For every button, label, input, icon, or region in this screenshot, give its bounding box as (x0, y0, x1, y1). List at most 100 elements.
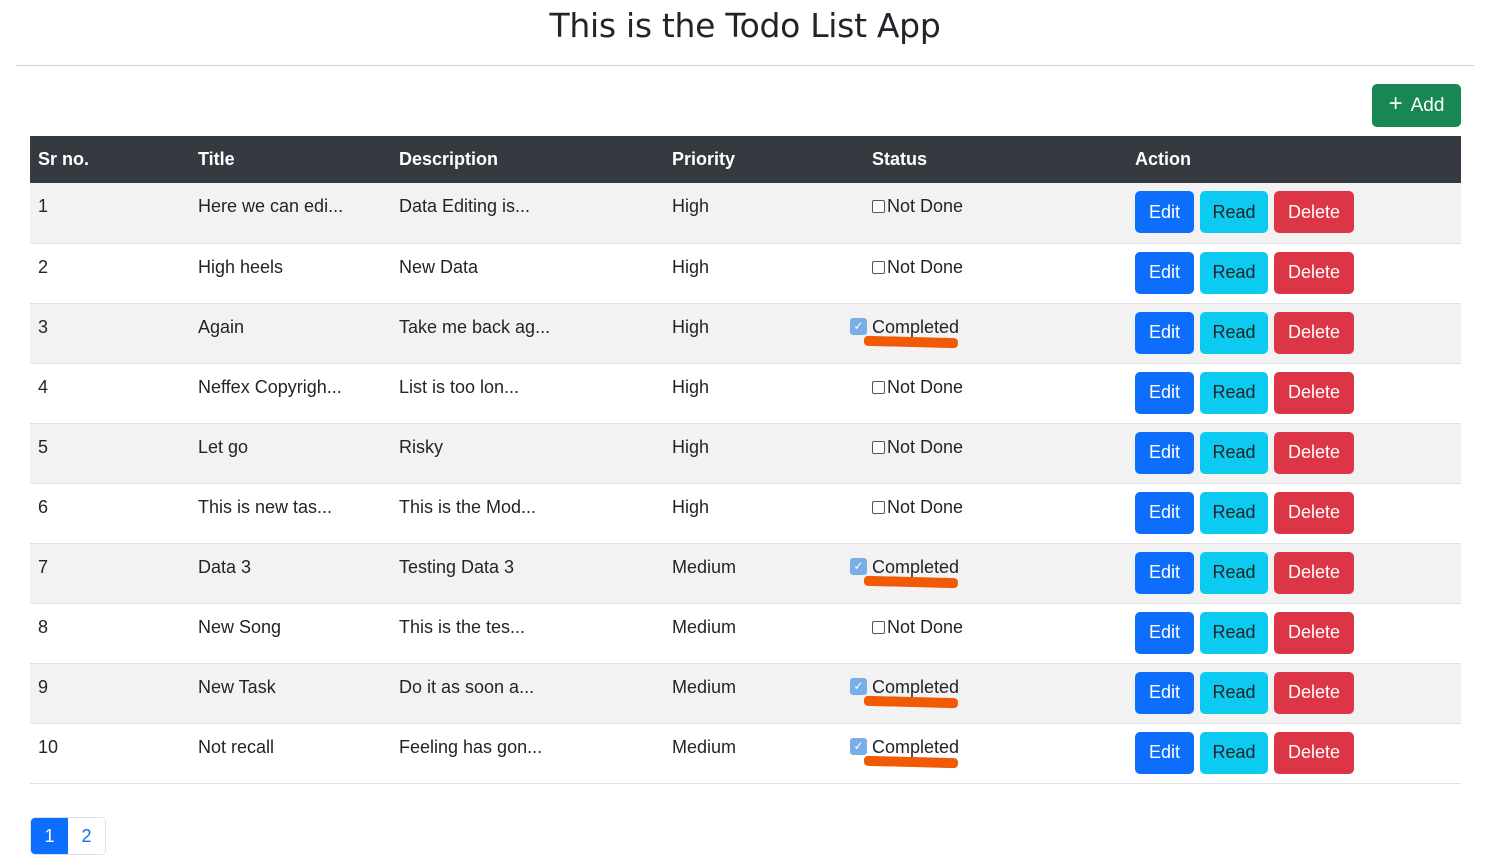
cell-priority: Medium (664, 603, 864, 664)
annotation-highlight (863, 335, 959, 348)
cell-sr-no: 6 (30, 483, 190, 544)
page-1-link[interactable]: 1 (31, 818, 68, 854)
cell-title: High heels (190, 243, 391, 304)
row-actions: Edit Read Delete (1135, 551, 1453, 594)
cell-description: Data Editing is... (391, 183, 664, 244)
checkbox-unchecked-icon[interactable] (872, 620, 885, 634)
cell-actions: Edit Read Delete (1127, 543, 1461, 604)
status-toggle[interactable]: Not Done (872, 497, 963, 518)
delete-button[interactable]: Delete (1274, 491, 1354, 534)
read-button[interactable]: Read (1200, 551, 1268, 594)
status-toggle[interactable]: Not Done (872, 257, 963, 278)
delete-button[interactable]: Delete (1274, 611, 1354, 654)
checkbox-unchecked-icon[interactable] (872, 200, 885, 213)
cell-status: Not Done (864, 183, 1127, 244)
cell-sr-no: 10 (30, 723, 190, 784)
edit-button[interactable]: Edit (1135, 251, 1194, 294)
read-button[interactable]: Read (1200, 251, 1268, 294)
cell-description: List is too lon... (391, 363, 664, 424)
checkbox-checked-icon[interactable]: ✓ (850, 737, 867, 755)
plus-icon: + (1388, 90, 1403, 117)
cell-priority: High (664, 363, 864, 424)
table-body: 1 Here we can edi... Data Editing is... Hig… (30, 183, 1461, 784)
cell-description: Feeling has gon... (391, 723, 664, 784)
table-row: 2 High heels New Data High Not Done Edit Read D… (30, 243, 1461, 304)
row-actions: Edit Read Delete (1135, 731, 1453, 774)
row-actions: Edit Read Delete (1135, 431, 1453, 474)
read-button[interactable]: Read (1200, 611, 1268, 654)
table-row: 8 New Song This is the tes... Medium Not Don… (30, 603, 1461, 664)
header-action: Action (1127, 136, 1461, 183)
cell-description: Risky (391, 423, 664, 484)
table-row: 1 Here we can edi... Data Editing is... Hig… (30, 183, 1461, 244)
edit-button[interactable]: Edit (1135, 371, 1194, 414)
checkbox-unchecked-icon[interactable] (872, 500, 885, 514)
cell-description: New Data (391, 243, 664, 304)
status-toggle[interactable]: ✓ Completed (850, 737, 959, 768)
cell-title: New Song (190, 603, 391, 664)
delete-button[interactable]: Delete (1274, 191, 1354, 233)
delete-button[interactable]: Delete (1274, 251, 1354, 294)
delete-button[interactable]: Delete (1274, 431, 1354, 474)
cell-sr-no: 8 (30, 603, 190, 664)
header-status: Status (864, 136, 1127, 183)
status-toggle[interactable]: Not Done (872, 196, 963, 217)
read-button[interactable]: Read (1200, 671, 1268, 714)
status-label: Completed (872, 316, 960, 337)
cell-actions: Edit Read Delete (1127, 303, 1461, 364)
cell-priority: High (664, 483, 864, 544)
checkbox-checked-icon[interactable]: ✓ (850, 557, 867, 575)
edit-button[interactable]: Edit (1135, 611, 1194, 654)
checkbox-unchecked-icon[interactable] (872, 440, 885, 454)
read-button[interactable]: Read (1200, 191, 1268, 233)
status-label: Not Done (887, 256, 964, 277)
row-actions: Edit Read Delete (1135, 191, 1453, 233)
row-actions: Edit Read Delete (1135, 491, 1453, 534)
cell-status: Not Done (864, 483, 1127, 544)
table-row: 3 Again Take me back ag... High ✓ Completed Ed… (30, 303, 1461, 364)
delete-button[interactable]: Delete (1274, 311, 1354, 354)
read-button[interactable]: Read (1200, 371, 1268, 414)
edit-button[interactable]: Edit (1135, 431, 1194, 474)
edit-button[interactable]: Edit (1135, 311, 1194, 354)
edit-button[interactable]: Edit (1135, 671, 1194, 714)
page-2-link[interactable]: 2 (68, 818, 105, 854)
row-actions: Edit Read Delete (1135, 671, 1453, 714)
read-button[interactable]: Read (1200, 311, 1268, 354)
status-toggle[interactable]: Not Done (872, 617, 963, 638)
checkbox-checked-icon[interactable]: ✓ (850, 677, 867, 695)
status-label: Completed (872, 556, 960, 577)
header-title: Title (190, 136, 391, 183)
edit-button[interactable]: Edit (1135, 731, 1194, 774)
delete-button[interactable]: Delete (1274, 371, 1354, 414)
edit-button[interactable]: Edit (1135, 551, 1194, 594)
annotation-highlight (863, 695, 959, 708)
edit-button[interactable]: Edit (1135, 191, 1194, 233)
cell-sr-no: 4 (30, 363, 190, 424)
status-toggle[interactable]: Not Done (872, 437, 963, 458)
delete-button[interactable]: Delete (1274, 671, 1354, 714)
status-toggle[interactable]: ✓ Completed (850, 677, 959, 708)
delete-button[interactable]: Delete (1274, 731, 1354, 774)
status-toggle[interactable]: ✓ Completed (850, 316, 960, 348)
cell-status: ✓ Completed (850, 543, 1127, 604)
checkbox-unchecked-icon[interactable] (872, 380, 885, 394)
read-button[interactable]: Read (1200, 491, 1268, 534)
delete-button[interactable]: Delete (1274, 551, 1354, 594)
status-label: Not Done (887, 496, 964, 517)
title-divider (16, 65, 1474, 66)
header-sr-no: Sr no. (30, 136, 190, 183)
table-row: 9 New Task Do it as soon a... Medium ✓ Comple… (30, 663, 1461, 724)
status-toggle[interactable]: ✓ Completed (850, 556, 960, 588)
read-button[interactable]: Read (1200, 731, 1268, 774)
edit-button[interactable]: Edit (1135, 491, 1194, 534)
checkbox-checked-icon[interactable]: ✓ (850, 317, 867, 335)
cell-status: Not Done (864, 363, 1127, 424)
add-button[interactable]: + Add (1372, 84, 1461, 127)
checkbox-unchecked-icon[interactable] (872, 260, 885, 274)
read-button[interactable]: Read (1200, 431, 1268, 474)
cell-description: This is the tes... (391, 603, 664, 664)
cell-sr-no: 3 (30, 303, 190, 364)
add-button-label: Add (1410, 94, 1445, 116)
status-toggle[interactable]: Not Done (872, 377, 963, 398)
